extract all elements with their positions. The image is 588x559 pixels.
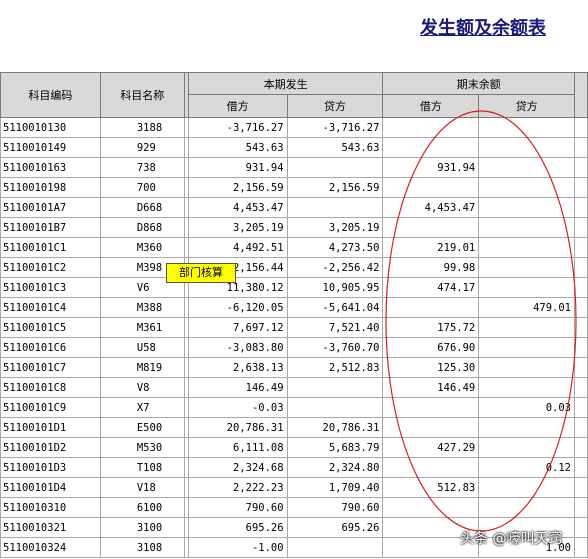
red-ellipse [385, 110, 577, 532]
watermark: 头条 @嚎叫天窍 [460, 531, 563, 547]
annotation-oval [385, 110, 577, 532]
